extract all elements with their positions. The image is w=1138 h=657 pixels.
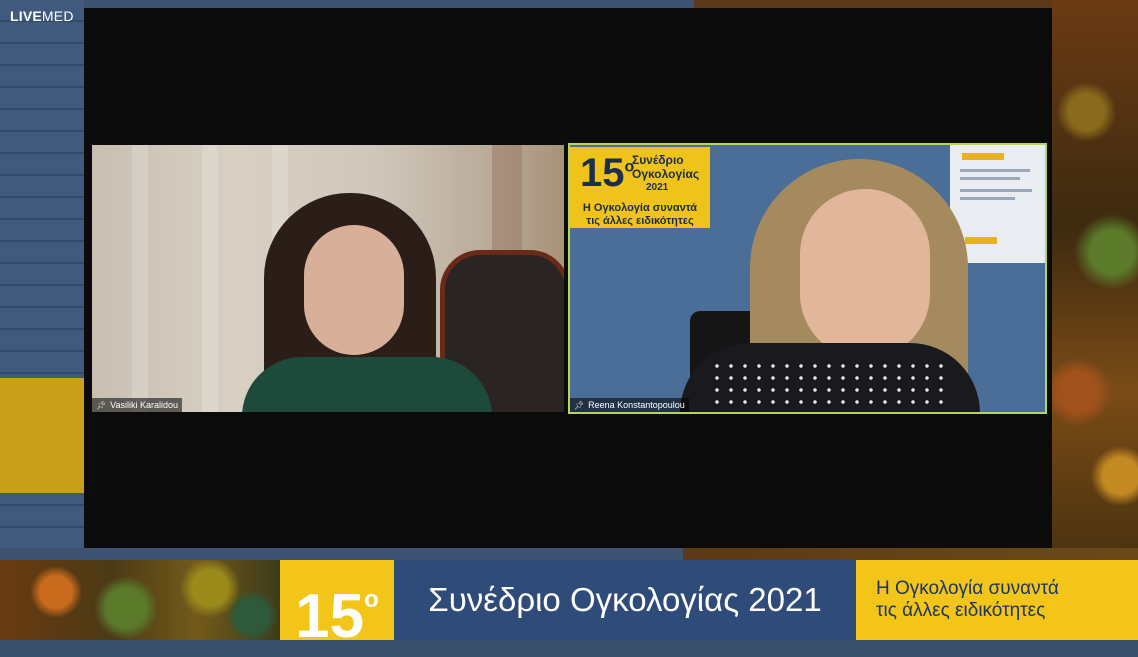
participant-name: Reena Konstantopoulou (588, 400, 685, 410)
patterned-blouse (710, 360, 950, 412)
banner-title-line2: Ογκολογίας (632, 167, 700, 181)
top-strip-right (694, 0, 1052, 8)
program-document-line (960, 197, 1015, 200)
participant-name: Vasiliki Karalidou (110, 400, 179, 410)
right-decorative-artwork (1052, 0, 1138, 560)
pin-icon[interactable]: 📌︎ (96, 401, 106, 410)
livemed-logo: LIVEMED (10, 8, 74, 24)
participant-face (800, 189, 930, 359)
participant-body (242, 357, 492, 412)
program-document-tag (962, 153, 1004, 160)
banner-subtitle-line2: τις άλλες ειδικότητες (586, 215, 694, 227)
banner-subtitle-line1: Η Ογκολογία συναντά (582, 202, 698, 214)
lower-third-subtitle: Η Ογκολογία συναντά τις άλλες ειδικότητε… (856, 560, 1138, 640)
banner-title-line1: Συνέδριο (632, 153, 684, 167)
lower-third-artwork (0, 560, 280, 640)
program-document-line (960, 189, 1032, 192)
banner-number: 15o (580, 151, 635, 195)
curtain-fold (202, 145, 218, 412)
participant-tile-left[interactable]: 📌︎ Vasiliki Karalidou (92, 145, 564, 412)
participant-face (304, 225, 404, 355)
lower-third-subtitle-line2: τις άλλες ειδικότητες (876, 600, 1046, 621)
banner-subtitle: Η Ογκολογία συναντά τις άλλες ειδικότητε… (570, 200, 710, 228)
program-document-line (960, 169, 1030, 172)
logo-live: LIVE (10, 8, 42, 24)
lower-third-subtitle-line1: Η Ογκολογία συναντά (876, 578, 1059, 599)
left-gold-block (0, 378, 84, 493)
logo-med: MED (41, 8, 74, 24)
curtain-fold (132, 145, 148, 412)
lower-third-title: Συνέδριο Ογκολογίας 2021 (394, 560, 856, 640)
participant-tile-right[interactable]: 15o Συνέδριο Ογκολογίας 2021 Η Ογκολογία… (568, 143, 1047, 414)
participant-name-tag: 📌︎ Vasiliki Karalidou (92, 398, 183, 412)
program-document-tag (965, 237, 997, 244)
banner-title: Συνέδριο Ογκολογίας 2021 (632, 153, 699, 195)
top-strip (84, 0, 694, 8)
program-document-line (960, 177, 1020, 180)
pin-icon[interactable]: 📌︎ (574, 401, 584, 410)
participant-name-tag: 📌︎ Reena Konstantopoulou (570, 398, 689, 412)
banner-year: 2021 (646, 182, 669, 193)
bottom-divider-strip (0, 548, 1138, 560)
lower-third-number: 15o (280, 560, 394, 651)
